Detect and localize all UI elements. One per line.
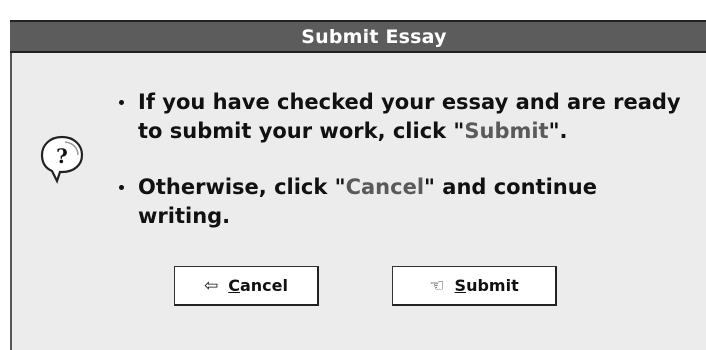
bullet-dot <box>119 100 124 105</box>
bullet-dot <box>119 185 124 190</box>
cancel-button[interactable]: ⇦ Cancel <box>174 266 319 306</box>
arrow-left-icon: ⇦ <box>203 275 219 296</box>
cancel-mnemonic: C <box>228 276 240 295</box>
question-balloon-icon: ? <box>40 135 84 184</box>
submit-button-label: Submit <box>455 276 519 295</box>
submit-label-rest: ubmit <box>466 276 519 295</box>
instruction-text: Otherwise, click " <box>138 175 346 199</box>
cancel-keyword: Cancel <box>345 175 425 199</box>
cancel-button-label: Cancel <box>228 276 288 295</box>
instruction-list: If you have checked your essay and are r… <box>114 88 694 231</box>
svg-text:?: ? <box>56 144 68 168</box>
submit-keyword: Submit <box>464 119 549 143</box>
instruction-text: If you have checked your essay and are r… <box>138 90 681 143</box>
instruction-item-submit: If you have checked your essay and are r… <box>114 88 694 146</box>
hand-pointer-icon: ☜ <box>429 275 445 296</box>
dialog-title: Submit Essay <box>301 25 447 48</box>
submit-mnemonic: S <box>454 276 467 295</box>
dialog-title-bar: Submit Essay <box>10 20 706 53</box>
instruction-text-end: ". <box>548 119 568 143</box>
instruction-item-cancel: Otherwise, click "Cancel" and continue w… <box>114 173 694 231</box>
submit-button[interactable]: ☜ Submit <box>392 266 557 306</box>
cancel-label-rest: ancel <box>239 276 288 295</box>
submit-essay-dialog: Submit Essay ? If you have checked your … <box>10 20 706 350</box>
